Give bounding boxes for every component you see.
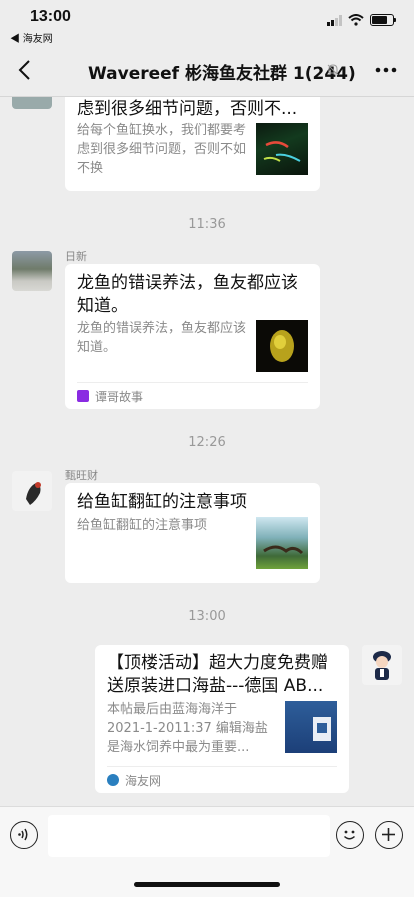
- nav-bar: Wavereef 彬海鱼友社群 1(244): [0, 44, 414, 97]
- plus-icon: [382, 828, 395, 841]
- sender-name: 日新: [65, 250, 87, 263]
- link-card-thumbnail: [256, 517, 308, 569]
- link-card-source: 海友网: [107, 766, 337, 793]
- link-card-title: 龙鱼的错误养法，鱼友都应该知道。: [77, 273, 298, 316]
- battery-icon: [370, 14, 396, 26]
- link-card-description: 给鱼缸翻缸的注意事项: [77, 518, 208, 533]
- link-card-source: 谭哥故事: [77, 382, 308, 409]
- more-functions-button[interactable]: [375, 821, 403, 849]
- chat-title: Wavereef 彬海鱼友社群 1(244): [88, 64, 356, 84]
- link-card[interactable]: 给每个鱼缸换水，我们都要考虑到很多细节问题，否则不... 给每个鱼缸换水，我们都…: [65, 97, 320, 191]
- voice-icon: [18, 828, 28, 841]
- timestamp: 13:00: [188, 609, 226, 624]
- timestamp: 12:26: [188, 435, 226, 450]
- link-card-thumbnail: [256, 123, 308, 175]
- avatar[interactable]: [12, 471, 52, 511]
- self-avatar[interactable]: [362, 645, 402, 685]
- mute-bell-icon: [327, 64, 339, 76]
- back-to-app-link[interactable]: ◀ 海友网: [10, 30, 53, 45]
- source-logo-icon: [77, 390, 89, 402]
- avatar[interactable]: [12, 97, 52, 109]
- fish-image-icon: [270, 330, 294, 362]
- link-card-description: 本帖最后由蓝海海洋于 2021-1-2011:37 编辑海盐是海水饲养中最为重要…: [107, 702, 268, 755]
- fish-image-icon: [263, 141, 301, 162]
- link-card-thumbnail: [285, 701, 337, 753]
- sender-name: 甄旺财: [65, 469, 98, 482]
- avatar-image-icon: [373, 651, 391, 680]
- avatar-image-icon: [26, 482, 41, 505]
- link-card[interactable]: 给鱼缸翻缸的注意事项 给鱼缸翻缸的注意事项: [65, 483, 320, 583]
- link-card-description: 龙鱼的错误养法，鱼友都应该知道。: [77, 321, 247, 355]
- cellular-signal-icon: [327, 14, 342, 26]
- chat-messages[interactable]: 给每个鱼缸换水，我们都要考虑到很多细节问题，否则不... 给每个鱼缸换水，我们都…: [0, 97, 414, 806]
- source-name: 谭哥故事: [95, 389, 144, 404]
- back-arrow-icon[interactable]: [12, 56, 40, 84]
- link-card-title: 给每个鱼缸换水，我们都要考虑到很多细节问题，否则不...: [77, 99, 298, 119]
- battery-level: [372, 16, 387, 24]
- link-card-thumbnail: [256, 320, 308, 372]
- timestamp: 11:36: [188, 217, 226, 232]
- voice-input-button[interactable]: [10, 821, 38, 849]
- link-card[interactable]: 【顶楼活动】超大力度免费赠送原装进口海盐---德国 AB... 本帖最后由蓝海海…: [95, 645, 349, 793]
- link-card-title: 【顶楼活动】超大力度免费赠送原装进口海盐---德国 AB...: [107, 653, 328, 696]
- wifi-icon: [348, 14, 364, 26]
- source-name: 海友网: [125, 773, 162, 788]
- message-input[interactable]: [48, 815, 330, 857]
- aquarium-image-icon: [263, 545, 304, 555]
- status-time: 13:00: [30, 8, 71, 25]
- emoji-button[interactable]: [336, 821, 364, 849]
- product-image-icon: [313, 717, 331, 741]
- home-indicator: [134, 882, 280, 887]
- status-bar: 13:00 ◀ 海友网: [0, 0, 414, 45]
- source-logo-icon: [107, 774, 119, 786]
- avatar[interactable]: [12, 251, 52, 291]
- link-card-title: 给鱼缸翻缸的注意事项: [77, 492, 247, 512]
- emoji-icon: [343, 830, 356, 840]
- more-options-icon[interactable]: [372, 58, 400, 82]
- status-icons: [327, 14, 396, 26]
- link-card[interactable]: 龙鱼的错误养法，鱼友都应该知道。 龙鱼的错误养法，鱼友都应该知道。 谭哥故事: [65, 264, 320, 409]
- link-card-description: 给每个鱼缸换水，我们都要考虑到很多细节问题，否则不如不换: [77, 123, 247, 176]
